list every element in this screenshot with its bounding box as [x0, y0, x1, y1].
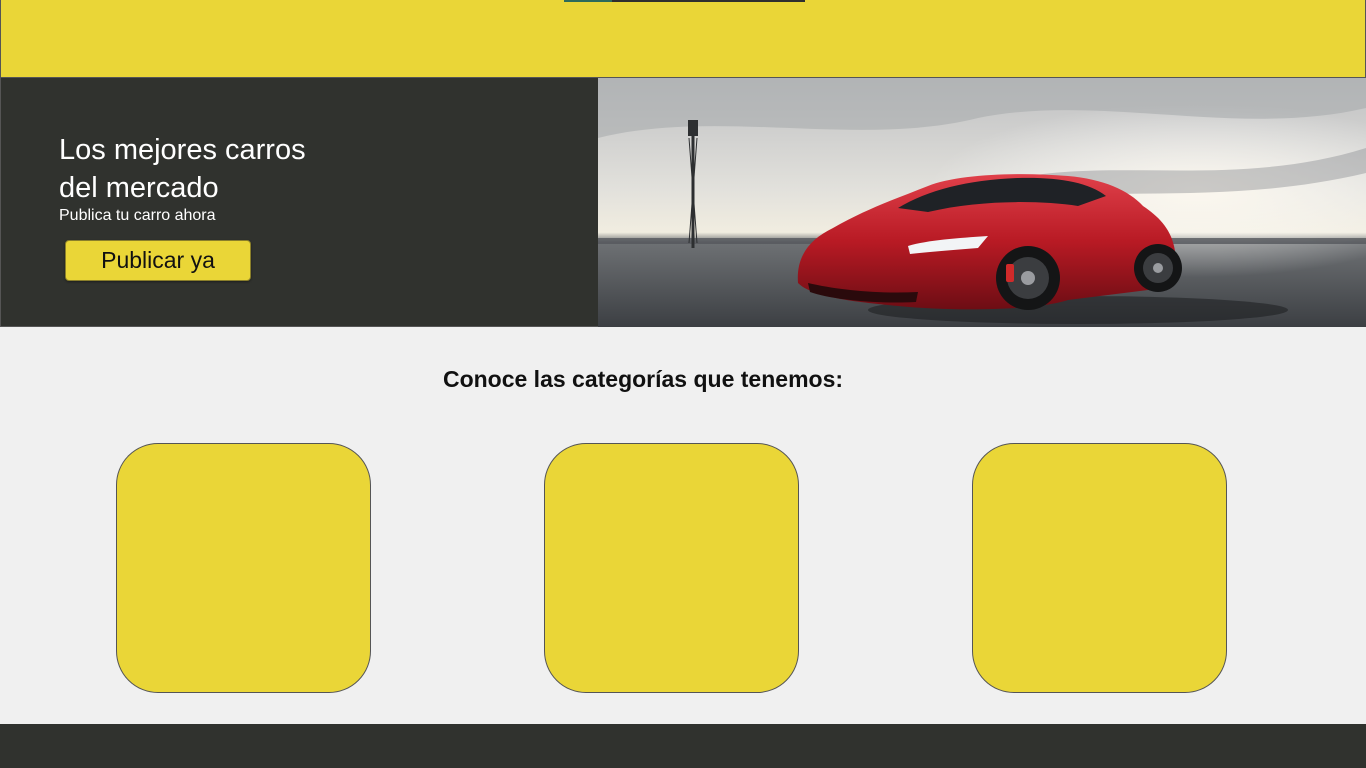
category-card-3[interactable] [972, 443, 1227, 693]
hero-title: Los mejores carros del mercado [59, 131, 306, 207]
category-card-1[interactable] [116, 443, 371, 693]
hero-section: Los mejores carros del mercado Publica t… [0, 78, 1366, 327]
hero-title-line1: Los mejores carros [59, 134, 306, 166]
site-footer [0, 724, 1366, 768]
category-card-2[interactable] [544, 443, 799, 693]
hero-text-panel: Los mejores carros del mercado Publica t… [0, 78, 598, 327]
hero-subtitle: Publica tu carro ahora [59, 207, 216, 224]
hero-title-line2: del mercado [59, 172, 219, 204]
hero-car-image [598, 78, 1366, 327]
categories-title: Conoce las categorías que tenemos: [442, 366, 844, 392]
publish-now-button[interactable]: Publicar ya [65, 240, 251, 281]
site-header [0, 0, 1366, 78]
header-top-bar-accent [564, 0, 612, 2]
red-sports-car-illustration [598, 78, 1366, 327]
